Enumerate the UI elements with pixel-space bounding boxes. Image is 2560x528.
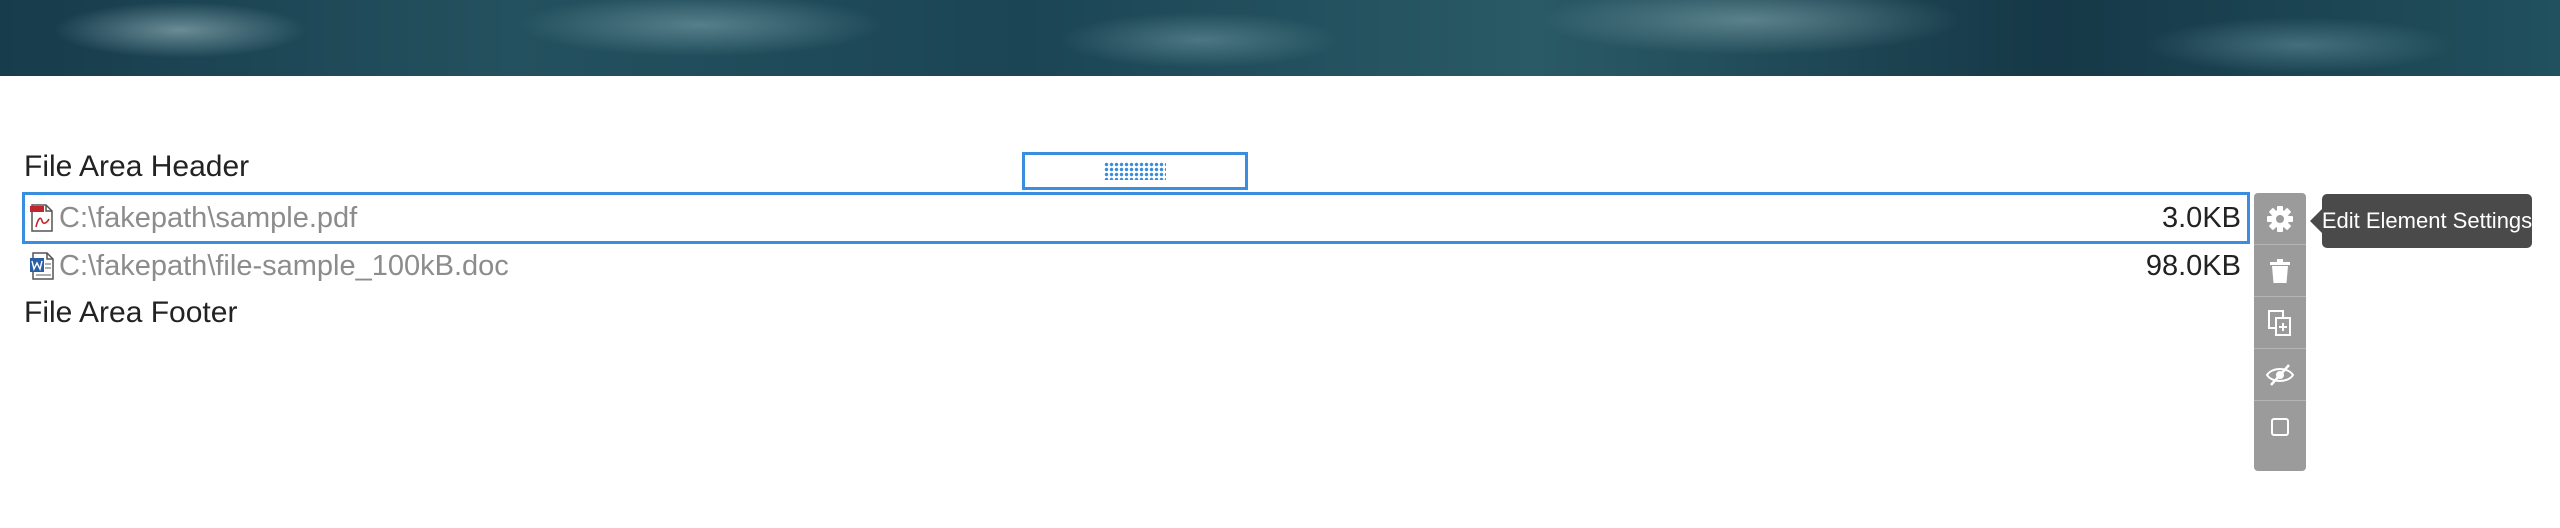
duplicate-icon (2265, 308, 2295, 338)
edit-settings-tooltip: Edit Element Settings (2310, 194, 2532, 248)
file-row[interactable]: C:\fakepath\file-sample_100kB.doc 98.0KB (22, 240, 2250, 292)
ocean-banner-image (0, 0, 2560, 76)
eye-slash-icon (2265, 360, 2295, 390)
word-doc-icon (29, 252, 55, 280)
file-size: 3.0KB (2162, 201, 2241, 234)
duplicate-button[interactable] (2254, 297, 2306, 349)
drag-handle[interactable] (1022, 152, 1248, 190)
element-toolbar (2254, 193, 2306, 471)
grip-dots-icon (1104, 162, 1166, 180)
file-area-footer: File Area Footer (24, 296, 238, 329)
trash-icon (2265, 256, 2295, 286)
file-name[interactable]: C:\fakepath\sample.pdf (59, 202, 2162, 235)
toggle-visibility-button[interactable] (2254, 349, 2306, 401)
file-name[interactable]: C:\fakepath\file-sample_100kB.doc (59, 250, 2146, 283)
file-row-selected[interactable]: C:\fakepath\sample.pdf 3.0KB (22, 192, 2250, 244)
delete-button[interactable] (2254, 245, 2306, 297)
pdf-file-icon (29, 204, 55, 232)
file-area-header: File Area Header (24, 150, 250, 183)
edit-settings-button[interactable] (2254, 193, 2306, 245)
square-icon (2265, 412, 2295, 442)
gear-icon (2265, 204, 2295, 234)
select-container-button[interactable] (2254, 401, 2306, 453)
file-size: 98.0KB (2145, 249, 2241, 282)
